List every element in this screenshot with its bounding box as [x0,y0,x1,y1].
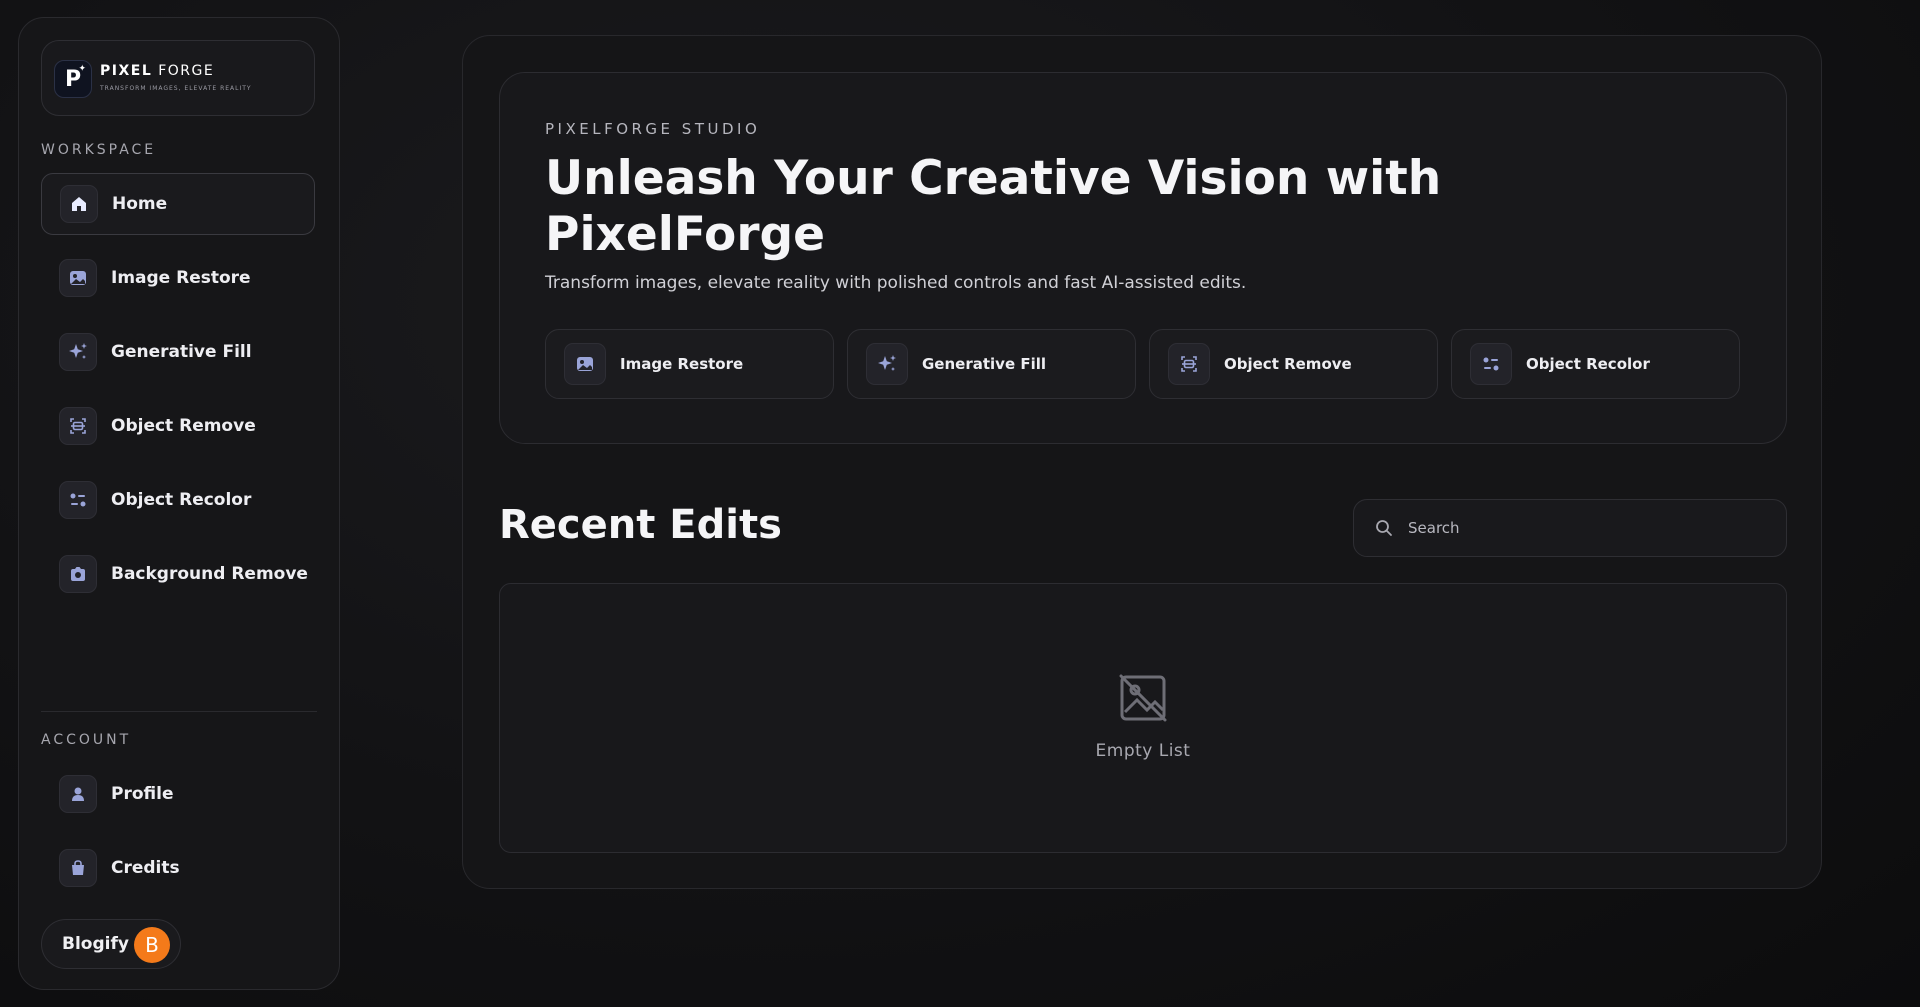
quick-action-label: Object Remove [1224,355,1352,373]
workspace-section-label: WORKSPACE [41,142,157,158]
hero-card: PIXELFORGE STUDIO Unleash Your Creative … [499,72,1787,444]
sidebar-item-label: Profile [111,784,174,804]
sidebar: P ✦ PIXEL FORGE Transform images, elevat… [18,17,340,990]
camera-icon [59,555,97,593]
sidebar-item-object-remove[interactable]: Object Remove [41,395,315,457]
sidebar-item-background-remove[interactable]: Background Remove [41,543,315,605]
quick-action-image-restore[interactable]: Image Restore [545,329,834,399]
quick-action-label: Object Recolor [1526,355,1650,373]
user-chip[interactable]: Blogify B [41,919,181,969]
scan-icon [1168,343,1210,385]
bag-icon [59,849,97,887]
home-icon [60,185,98,223]
sidebar-item-credits[interactable]: Credits [41,837,315,899]
sidebar-item-label: Object Remove [111,416,256,436]
sparkles-icon [866,343,908,385]
avatar[interactable]: B [134,927,170,963]
sidebar-item-label: Credits [111,858,180,878]
quick-action-generative-fill[interactable]: Generative Fill [847,329,1136,399]
user-name: Blogify [62,934,129,954]
quick-action-label: Image Restore [620,355,744,373]
sidebar-item-label: Generative Fill [111,342,252,362]
image-icon [564,343,606,385]
recent-edits-title: Recent Edits [499,502,782,548]
sliders-icon [1470,343,1512,385]
pixelforge-logo-icon: P ✦ [54,60,92,98]
search-input[interactable] [1406,518,1770,538]
quick-action-object-recolor[interactable]: Object Recolor [1451,329,1740,399]
quick-action-object-remove[interactable]: Object Remove [1149,329,1438,399]
scan-icon [59,407,97,445]
sidebar-item-label: Background Remove [111,564,308,584]
sidebar-item-profile[interactable]: Profile [41,763,315,825]
sparkles-icon [59,333,97,371]
sidebar-item-home[interactable]: Home [41,173,315,235]
sidebar-item-label: Image Restore [111,268,251,288]
empty-list-text: Empty List [1095,741,1191,761]
brand-name: PIXEL FORGE [100,63,214,79]
sidebar-item-generative-fill[interactable]: Generative Fill [41,321,315,383]
search-icon [1374,518,1394,538]
image-off-icon [1119,674,1167,722]
sidebar-divider [41,711,317,712]
sidebar-item-label: Object Recolor [111,490,252,510]
account-section-label: ACCOUNT [41,732,132,748]
search-box[interactable] [1353,499,1787,557]
image-icon [59,259,97,297]
brand-name-rest: FORGE [152,63,215,79]
page-title: Unleash Your Creative Vision with PixelF… [545,151,1442,262]
sidebar-item-image-restore[interactable]: Image Restore [41,247,315,309]
sidebar-item-label: Home [112,194,168,214]
sliders-icon [59,481,97,519]
brand-tagline: Transform images, elevate reality [100,85,252,92]
main-panel: PIXELFORGE STUDIO Unleash Your Creative … [462,35,1822,889]
hero-subtitle: Transform images, elevate reality with p… [545,273,1247,293]
hero-kicker: PIXELFORGE STUDIO [545,120,761,138]
brand-name-bold: PIXEL [100,63,153,79]
brand-card[interactable]: P ✦ PIXEL FORGE Transform images, elevat… [41,40,315,116]
sidebar-item-object-recolor[interactable]: Object Recolor [41,469,315,531]
quick-action-label: Generative Fill [922,355,1047,373]
recent-edits-list: Empty List [499,583,1787,853]
user-icon [59,775,97,813]
